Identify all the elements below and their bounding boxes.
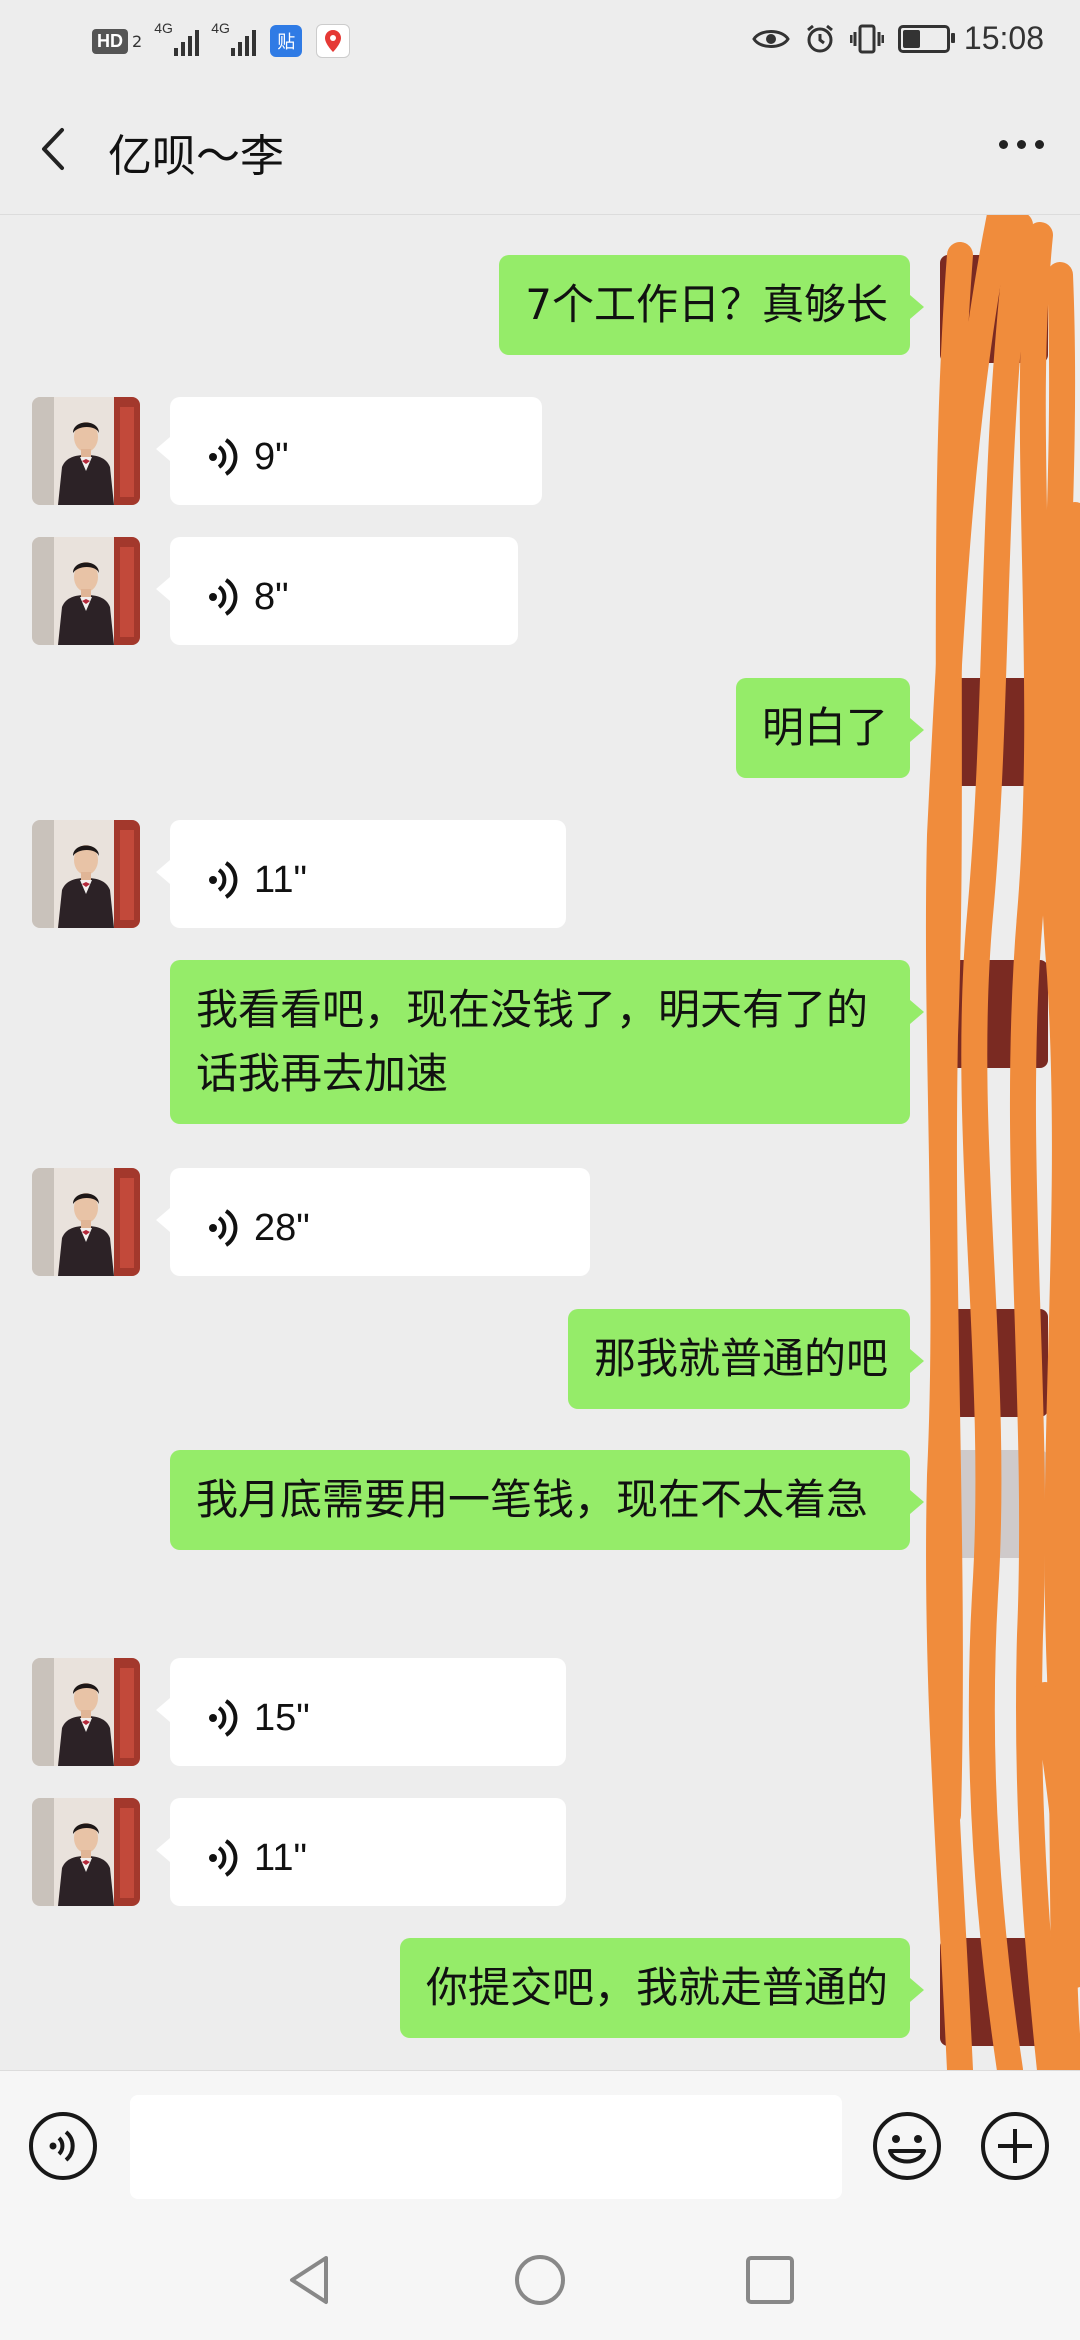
status-left: HD 2 4G 4G 贴	[92, 20, 351, 58]
nav-home-icon[interactable]	[512, 2252, 568, 2308]
voice-wave-icon	[209, 438, 238, 476]
input-bar	[0, 2070, 1080, 2221]
voice-duration: 15"	[254, 1697, 310, 1739]
voice-duration: 9"	[254, 436, 289, 478]
my-avatar[interactable]	[940, 1450, 1048, 1558]
status-right: 15:08	[752, 20, 1044, 57]
alarm-icon	[806, 24, 833, 52]
voice-message-bubble[interactable]: 11"	[156, 1798, 566, 1906]
eye-icon	[752, 29, 790, 48]
hd-badge: HD	[92, 28, 128, 54]
signal-icon: 4G	[154, 20, 200, 56]
sim-number: 2	[132, 31, 143, 51]
voice-wave-icon	[209, 1839, 238, 1877]
message-bubble-outgoing[interactable]: 7个工作日？真够长	[499, 255, 924, 355]
message-bubble-outgoing[interactable]: 明白了	[735, 678, 925, 778]
message-row-incoming: 11"	[0, 820, 1080, 928]
chat-title: 亿呗～李	[108, 131, 284, 182]
voice-duration: 28"	[254, 1207, 310, 1249]
message-bubble-outgoing[interactable]: 我月底需要用一笔钱，现在不太着急	[170, 1450, 924, 1550]
voice-duration: 11"	[254, 1837, 307, 1879]
message-row-outgoing: 明白了	[0, 678, 1080, 788]
message-bubble-outgoing[interactable]: 我看看吧，现在没钱了，明天有了的话我再去加速	[170, 960, 924, 1124]
back-icon[interactable]	[32, 124, 76, 174]
contact-avatar[interactable]	[32, 1168, 140, 1276]
contact-avatar[interactable]	[32, 820, 140, 928]
voice-message-bubble[interactable]: 28"	[156, 1168, 590, 1276]
battery-icon	[897, 24, 955, 53]
contact-avatar[interactable]	[32, 1798, 140, 1906]
my-avatar[interactable]	[940, 1938, 1048, 2046]
voice-message-bubble[interactable]: 11"	[156, 820, 566, 928]
map-pin-app-icon	[316, 24, 351, 58]
voice-duration: 8"	[254, 576, 289, 618]
voice-wave-icon	[209, 1209, 238, 1247]
network-type-label: 4G	[154, 20, 173, 36]
voice-input-icon[interactable]	[28, 2111, 98, 2181]
message-row-incoming: 8"	[0, 537, 1080, 645]
network-type-label-2: 4G	[211, 20, 230, 36]
signal-icon-2: 4G	[211, 20, 257, 56]
voice-wave-icon	[209, 861, 238, 899]
contact-avatar[interactable]	[32, 537, 140, 645]
nav-back-icon[interactable]	[282, 2252, 338, 2308]
message-row-incoming: 11"	[0, 1798, 1080, 1906]
message-row-outgoing: 那我就普通的吧	[0, 1309, 1080, 1419]
voice-wave-icon	[209, 1699, 238, 1737]
message-bubble-outgoing[interactable]: 那我就普通的吧	[567, 1309, 925, 1409]
message-row-outgoing: 7个工作日？真够长	[0, 255, 1080, 365]
voice-message-bubble[interactable]: 8"	[156, 537, 518, 645]
message-input[interactable]	[130, 2095, 842, 2199]
more-options-icon[interactable]	[999, 140, 1044, 149]
chat-header: 亿呗～李	[0, 84, 1080, 215]
voice-duration: 11"	[254, 859, 307, 901]
my-avatar[interactable]	[940, 960, 1048, 1068]
message-row-incoming: 28"	[0, 1168, 1080, 1276]
contact-avatar[interactable]	[32, 1658, 140, 1766]
my-avatar[interactable]	[940, 255, 1048, 363]
status-time: 15:08	[963, 20, 1044, 56]
message-row-outgoing: 我看看吧，现在没钱了，明天有了的话我再去加速	[0, 960, 1080, 1136]
emoji-icon[interactable]	[872, 2111, 942, 2181]
message-row-outgoing: 你提交吧，我就走普通的	[0, 1938, 1080, 2048]
my-avatar[interactable]	[940, 1309, 1048, 1417]
status-bar: HD 2 4G 4G 贴 15:08	[0, 0, 1080, 84]
voice-message-bubble[interactable]: 15"	[156, 1658, 566, 1766]
message-row-incoming: 15"	[0, 1658, 1080, 1766]
message-row-incoming: 9"	[0, 397, 1080, 505]
tieba-app-icon: 贴	[270, 25, 303, 57]
message-list[interactable]: 7个工作日？真够长 9" 8" 明白了 11" 我看看吧，现在没钱了，明天有了的…	[0, 215, 1080, 2070]
my-avatar[interactable]	[940, 678, 1048, 786]
voice-message-bubble[interactable]: 9"	[156, 397, 542, 505]
message-row-outgoing: 我月底需要用一笔钱，现在不太着急	[0, 1450, 1080, 1626]
voice-wave-icon	[209, 578, 238, 616]
message-bubble-outgoing[interactable]: 你提交吧，我就走普通的	[399, 1938, 925, 2038]
plus-icon[interactable]	[980, 2111, 1050, 2181]
system-nav-bar	[0, 2220, 1080, 2340]
vibrate-icon	[849, 24, 884, 53]
nav-recents-icon[interactable]	[742, 2252, 798, 2308]
contact-avatar[interactable]	[32, 397, 140, 505]
